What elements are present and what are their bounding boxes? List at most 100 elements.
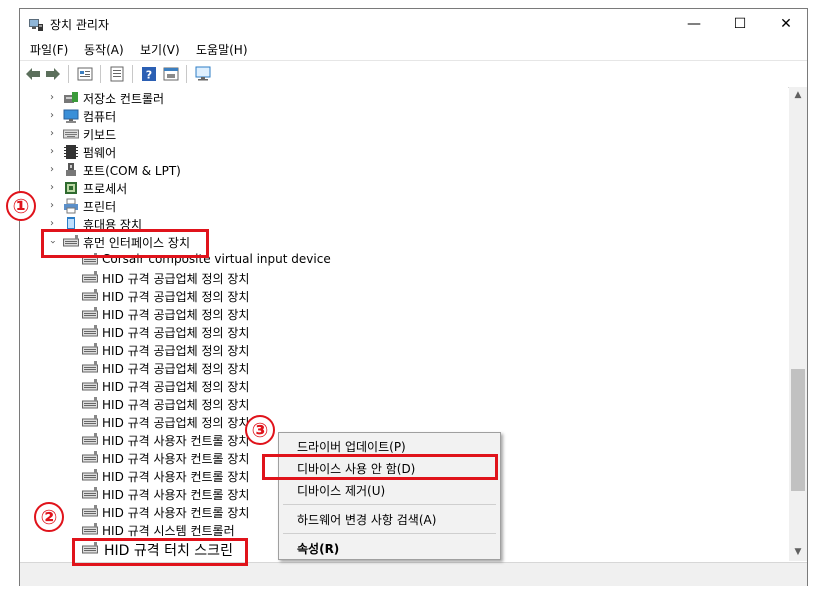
chevron-right-icon[interactable]: ›: [47, 91, 57, 105]
chevron-right-icon[interactable]: ›: [47, 127, 57, 141]
minimize-button[interactable]: —: [671, 9, 717, 39]
hid-icon: [82, 468, 98, 484]
chevron-right-icon[interactable]: ›: [47, 163, 57, 177]
tree-item-computer[interactable]: › 컴퓨터: [20, 107, 780, 125]
tree-item-label: HID 규격 사용자 컨트롤 장치: [102, 452, 250, 466]
tree-item-label: HID 규격 공급업체 정의 장치: [102, 416, 250, 430]
printer-icon: [63, 198, 79, 214]
tree-item-label: HID 규격 시스템 컨트롤러: [102, 524, 235, 538]
hid-icon: [82, 270, 98, 286]
tree-item-label: 포트(COM & LPT): [83, 164, 181, 178]
tree-item-label: HID 규격 공급업체 정의 장치: [102, 380, 250, 394]
title-bar[interactable]: 장치 관리자 — ☐ ✕: [20, 9, 807, 39]
step-2-badge: ②: [34, 502, 64, 532]
hid-icon: [82, 360, 98, 376]
hid-icon: [82, 414, 98, 430]
tree-item-label: 펌웨어: [83, 146, 117, 160]
hid-icon: [82, 450, 98, 466]
hid-icon: [82, 306, 98, 322]
help-icon[interactable]: ?: [140, 65, 158, 83]
tree-item-label: HID 규격 공급업체 정의 장치: [102, 344, 250, 358]
toolbar: ?: [20, 60, 807, 88]
svg-text:?: ?: [146, 69, 152, 82]
maximize-button[interactable]: ☐: [717, 9, 763, 39]
hid-icon: [82, 378, 98, 394]
tree-item-label: HID 규격 공급업체 정의 장치: [102, 272, 250, 286]
tree-item-keyboard[interactable]: › 키보드: [20, 125, 780, 143]
hid-icon: [82, 504, 98, 520]
chevron-right-icon[interactable]: ›: [47, 145, 57, 159]
properties-icon[interactable]: [76, 65, 94, 83]
tree-item-hid-device[interactable]: HID 규격 공급업체 정의 장치: [20, 377, 780, 395]
tree-item-hid-device[interactable]: HID 규격 공급업체 정의 장치: [20, 269, 780, 287]
port-icon: [63, 162, 79, 178]
tree-item-port[interactable]: › 포트(COM & LPT): [20, 161, 780, 179]
hid-icon: [82, 342, 98, 358]
hid-icon: [82, 288, 98, 304]
close-button[interactable]: ✕: [763, 9, 809, 39]
scroll-down-arrow-icon[interactable]: ▼: [789, 544, 807, 561]
tree-item-label: HID 규격 사용자 컨트롤 장치: [102, 488, 250, 502]
computer-icon: [63, 108, 79, 124]
tree-item-label: HID 규격 공급업체 정의 장치: [102, 308, 250, 322]
menu-item-scan-hardware[interactable]: 하드웨어 변경 사항 검색(A): [297, 511, 436, 528]
menu-help[interactable]: 도움말(H): [196, 41, 248, 58]
tree-item-label: HID 규격 공급업체 정의 장치: [102, 326, 250, 340]
tree-item-hid-device[interactable]: HID 규격 공급업체 정의 장치: [20, 341, 780, 359]
tree-item-hid-device[interactable]: HID 규격 공급업체 정의 장치: [20, 305, 780, 323]
step-1-badge: ①: [6, 191, 36, 221]
tree-item-label: HID 규격 공급업체 정의 장치: [102, 290, 250, 304]
keyboard-icon: [63, 126, 79, 142]
vertical-scrollbar[interactable]: ▲ ▼: [789, 87, 807, 561]
highlight-touch-screen: [72, 538, 248, 566]
window-title: 장치 관리자: [50, 18, 110, 32]
tree-item-hid-device[interactable]: HID 규격 공급업체 정의 장치: [20, 413, 780, 431]
run-icon[interactable]: [162, 65, 180, 83]
forward-arrow-icon[interactable]: [44, 65, 62, 83]
tree-item-hid-device[interactable]: HID 규격 공급업체 정의 장치: [20, 323, 780, 341]
tree-item-hid-device[interactable]: HID 규격 공급업체 정의 장치: [20, 395, 780, 413]
tree-item-label: HID 규격 공급업체 정의 장치: [102, 362, 250, 376]
hid-icon: [82, 486, 98, 502]
back-arrow-icon[interactable]: [24, 65, 42, 83]
monitor-icon[interactable]: [194, 65, 212, 83]
tree-item-label: 컴퓨터: [83, 110, 117, 124]
menu-file[interactable]: 파일(F): [30, 41, 68, 58]
tree-item-label: 프린터: [83, 200, 117, 214]
chevron-right-icon[interactable]: ›: [47, 109, 57, 123]
tree-item-firmware[interactable]: › 펌웨어: [20, 143, 780, 161]
tree-item-label: HID 규격 사용자 컨트롤 장치: [102, 434, 250, 448]
list-icon[interactable]: [108, 65, 126, 83]
hid-icon: [82, 432, 98, 448]
menu-item-properties[interactable]: 속성(R): [297, 540, 339, 557]
tree-item-processor[interactable]: › 프로세서: [20, 179, 780, 197]
tree-item-storage-controller[interactable]: › 저장소 컨트롤러: [20, 89, 780, 107]
tree-item-label: HID 규격 공급업체 정의 장치: [102, 398, 250, 412]
tree-item-printer[interactable]: › 프린터: [20, 197, 780, 215]
tree-item-hid-device[interactable]: HID 규격 공급업체 정의 장치: [20, 359, 780, 377]
step-3-badge: ③: [245, 415, 275, 445]
highlight-disable-device: [262, 454, 498, 480]
menu-action[interactable]: 동작(A): [84, 41, 124, 58]
device-manager-icon: [28, 16, 44, 32]
tree-item-label: 프로세서: [83, 182, 128, 196]
scroll-up-arrow-icon[interactable]: ▲: [789, 87, 807, 104]
chevron-right-icon[interactable]: ›: [47, 199, 57, 213]
menu-item-update-driver[interactable]: 드라이버 업데이트(P): [297, 438, 406, 455]
tree-item-label: 저장소 컨트롤러: [83, 92, 165, 106]
chevron-right-icon[interactable]: ›: [47, 181, 57, 195]
tree-item-hid-device[interactable]: HID 규격 공급업체 정의 장치: [20, 287, 780, 305]
context-menu: 드라이버 업데이트(P) 디바이스 사용 안 함(D) 디바이스 제거(U) 하…: [278, 432, 501, 560]
hid-icon: [82, 396, 98, 412]
tree-item-label: HID 규격 사용자 컨트롤 장치: [102, 506, 250, 520]
hid-icon: [82, 522, 98, 538]
menu-item-uninstall-device[interactable]: 디바이스 제거(U): [297, 482, 385, 499]
hid-icon: [82, 324, 98, 340]
processor-icon: [63, 180, 79, 196]
firmware-icon: [63, 144, 79, 160]
menu-bar: 파일(F) 동작(A) 보기(V) 도움말(H): [20, 39, 807, 59]
storage-controller-icon: [63, 90, 79, 106]
scroll-thumb[interactable]: [791, 369, 805, 491]
menu-view[interactable]: 보기(V): [140, 41, 180, 58]
highlight-hid-category: [41, 229, 209, 258]
